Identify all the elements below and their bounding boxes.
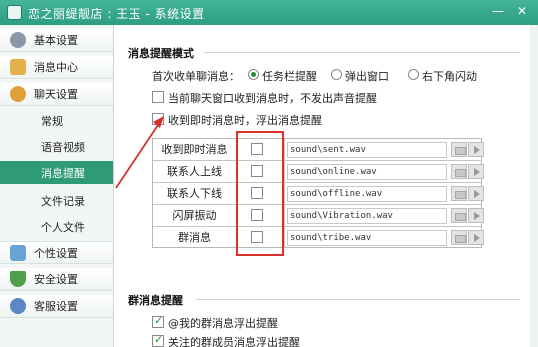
gear-icon: [10, 32, 26, 48]
event-name: 闪屏振动: [153, 205, 237, 226]
sidebar-item-label: 安全设置: [34, 273, 78, 286]
browse-folder-icon[interactable]: [451, 186, 467, 201]
window-title: 恋之丽缇靓店 : 王玉 - 系统设置: [28, 7, 205, 21]
sidebar-item-personal-files[interactable]: 个人文件: [0, 215, 113, 238]
sound-path-field[interactable]: sound\sent.wav: [287, 142, 447, 158]
radio-popup-label: 弹出窗口: [345, 70, 389, 83]
sidebar-item-customer-service[interactable]: 客服设置: [0, 295, 113, 318]
section-title-group: 群消息提醒: [128, 294, 183, 307]
float-reminder-label: 收到即时消息时，浮出消息提醒: [168, 114, 322, 127]
sound-path-field[interactable]: sound\tribe.wav: [287, 230, 447, 246]
minimize-button[interactable]: —: [490, 4, 506, 18]
sidebar-item-security[interactable]: 安全设置: [0, 268, 113, 291]
scrollbar[interactable]: [530, 25, 538, 347]
browse-folder-icon[interactable]: [451, 230, 467, 245]
sidebar-item-label: 常规: [41, 114, 63, 128]
sidebar-item-general[interactable]: 常规: [0, 109, 113, 132]
first-message-label: 首次收单聊消息：: [152, 70, 240, 83]
sidebar-item-label: 个性设置: [34, 246, 78, 260]
shield-icon: [10, 271, 26, 287]
palette-icon: [10, 244, 26, 261]
table-row: 群消息 sound\tribe.wav: [153, 227, 484, 248]
sidebar-item-basic[interactable]: 基本设置: [0, 29, 113, 52]
sidebar-item-label: 聊天设置: [34, 88, 78, 101]
sidebar-item-label: 基本设置: [34, 34, 78, 47]
sidebar-item-voice-video[interactable]: 语音视频: [0, 135, 113, 158]
section-divider: [204, 52, 520, 53]
checkbox-no-sound[interactable]: [152, 91, 164, 103]
no-sound-label: 当前聊天窗口收到消息时，不发出声音提醒: [168, 92, 377, 105]
sidebar-item-message-center[interactable]: 消息中心: [0, 56, 113, 79]
play-icon[interactable]: [468, 230, 484, 245]
section-divider: [196, 299, 520, 300]
table-row: 联系人下线 sound\offline.wav: [153, 183, 484, 205]
table-row: 联系人上线 sound\online.wav: [153, 161, 484, 183]
sidebar-item-message-reminder[interactable]: 消息提醒: [0, 161, 113, 184]
sidebar-item-label: 消息中心: [34, 61, 78, 74]
event-name: 联系人下线: [153, 183, 237, 204]
checkbox-followed-members[interactable]: [152, 333, 164, 347]
checkbox-float-reminder[interactable]: [152, 113, 164, 125]
table-row: 收到即时消息 sound\sent.wav: [153, 139, 484, 161]
section-title-message-mode: 消息提醒模式: [128, 47, 194, 60]
radio-corner-flash[interactable]: [408, 69, 419, 80]
radio-corner-flash-label: 右下角闪动: [422, 70, 477, 83]
envelope-icon: [10, 59, 26, 75]
sound-path-field[interactable]: sound\offline.wav: [287, 186, 447, 202]
play-icon[interactable]: [468, 208, 484, 223]
radio-taskbar[interactable]: [248, 69, 259, 80]
sidebar: 基本设置 消息中心 聊天设置 常规 语音视频 消息提醒 文件记录 个人文件 个性…: [0, 25, 114, 347]
event-name: 收到即时消息: [153, 139, 237, 160]
table-row: 闪屏振动 sound\Vibration.wav: [153, 205, 484, 227]
sound-path-field[interactable]: sound\Vibration.wav: [287, 208, 447, 224]
event-name: 联系人上线: [153, 161, 237, 182]
at-me-label: @我的群消息浮出提醒: [168, 317, 278, 330]
radio-popup[interactable]: [331, 69, 342, 80]
sidebar-item-chat-settings[interactable]: 聊天设置: [0, 83, 113, 106]
play-icon[interactable]: [468, 186, 484, 201]
sidebar-item-file-records[interactable]: 文件记录: [0, 189, 113, 212]
play-icon[interactable]: [468, 164, 484, 179]
event-name: 群消息: [153, 227, 237, 248]
headset-icon: [10, 298, 26, 314]
browse-folder-icon[interactable]: [451, 142, 467, 157]
sidebar-item-label: 语音视频: [41, 140, 85, 154]
sidebar-item-label: 客服设置: [34, 300, 78, 313]
sound-path-field[interactable]: sound\online.wav: [287, 164, 447, 180]
sidebar-item-label: 个人文件: [41, 220, 85, 234]
radio-taskbar-label: 任务栏提醒: [262, 70, 317, 83]
annotation-highlight-box: [236, 131, 284, 256]
followed-members-label: 关注的群成员消息浮出提醒: [168, 336, 300, 347]
play-icon[interactable]: [468, 142, 484, 157]
sidebar-item-label: 消息提醒: [41, 166, 85, 180]
sidebar-item-personalization[interactable]: 个性设置: [0, 241, 113, 264]
close-button[interactable]: ✕: [514, 4, 530, 18]
browse-folder-icon[interactable]: [451, 208, 467, 223]
checkbox-at-me[interactable]: [152, 314, 164, 328]
sound-table: 收到即时消息 sound\sent.wav 联系人上线 sound\online…: [152, 138, 484, 248]
title-bar: 恋之丽缇靓店 : 王玉 - 系统设置 — ✕: [0, 0, 538, 25]
chat-bubble-icon: [10, 86, 26, 102]
browse-folder-icon[interactable]: [451, 164, 467, 179]
app-icon: [7, 5, 22, 20]
sidebar-item-label: 文件记录: [41, 194, 85, 208]
